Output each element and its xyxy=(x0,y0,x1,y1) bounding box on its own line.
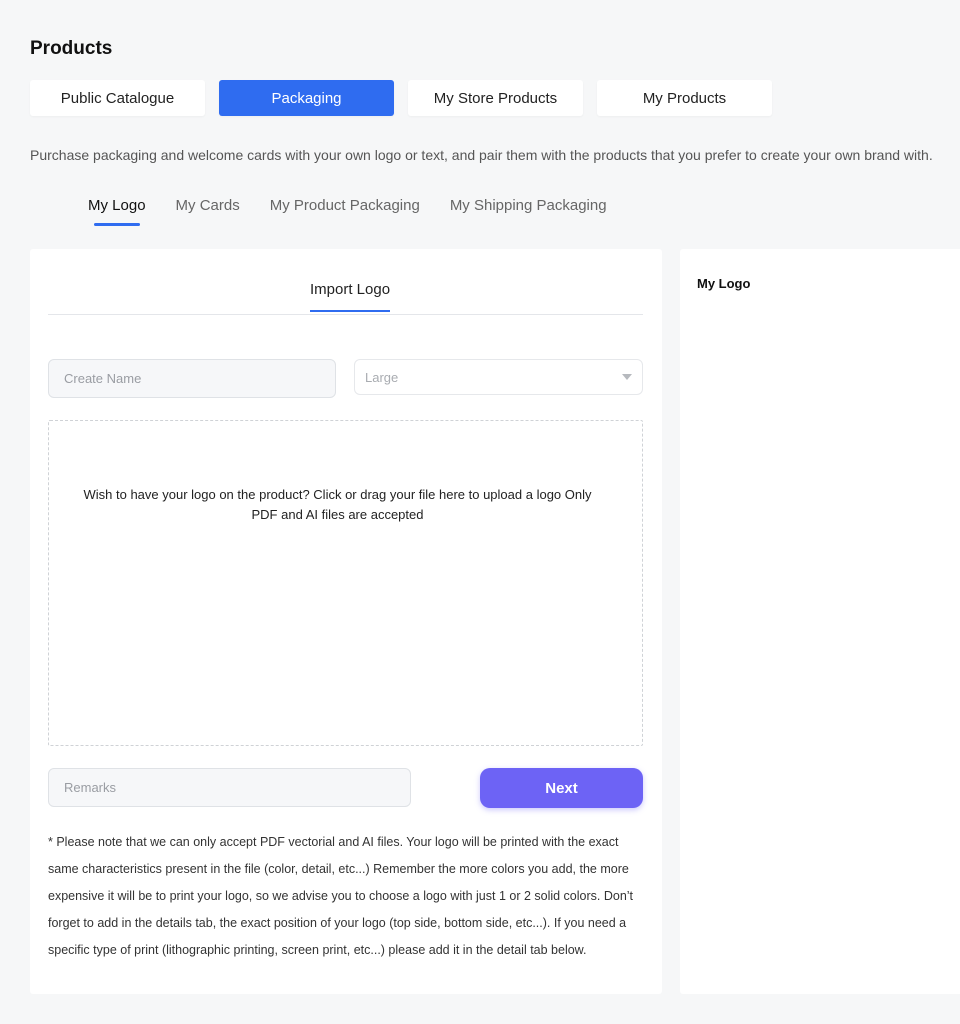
my-logo-panel: My Logo xyxy=(680,249,960,994)
sub-tab-bar: My Logo My Cards My Product Packaging My… xyxy=(88,197,607,226)
remarks-input[interactable] xyxy=(48,768,411,807)
tab-import-logo[interactable]: Import Logo xyxy=(310,281,391,312)
create-name-input[interactable] xyxy=(48,359,336,398)
top-tab-bar: Public Catalogue Packaging My Store Prod… xyxy=(30,80,772,116)
my-logo-panel-title: My Logo xyxy=(697,276,751,291)
chevron-down-icon xyxy=(622,374,632,380)
logo-upload-dropzone[interactable]: Wish to have your logo on the product? C… xyxy=(48,420,643,746)
page-description: Purchase packaging and welcome cards wit… xyxy=(30,147,933,163)
tab-public-catalogue[interactable]: Public Catalogue xyxy=(30,80,205,116)
subtab-my-product-packaging[interactable]: My Product Packaging xyxy=(270,197,420,224)
size-select[interactable]: Large xyxy=(354,359,643,395)
tab-my-store-products[interactable]: My Store Products xyxy=(408,80,583,116)
import-tab-bar: Import Logo xyxy=(48,249,643,315)
tab-my-products[interactable]: My Products xyxy=(597,80,772,116)
subtab-my-shipping-packaging[interactable]: My Shipping Packaging xyxy=(450,197,607,224)
import-logo-card: Import Logo Large Wish to have your logo… xyxy=(30,249,662,994)
size-select-value: Large xyxy=(365,369,399,385)
tab-packaging[interactable]: Packaging xyxy=(219,80,394,116)
logo-note: * Please note that we can only accept PD… xyxy=(48,835,634,957)
dropzone-instructions: Wish to have your logo on the product? C… xyxy=(83,487,592,522)
subtab-my-cards[interactable]: My Cards xyxy=(176,197,240,224)
subtab-my-logo[interactable]: My Logo xyxy=(88,197,146,226)
next-button[interactable]: Next xyxy=(480,768,643,808)
page: Products Public Catalogue Packaging My S… xyxy=(0,0,960,1024)
page-title: Products xyxy=(30,38,113,59)
